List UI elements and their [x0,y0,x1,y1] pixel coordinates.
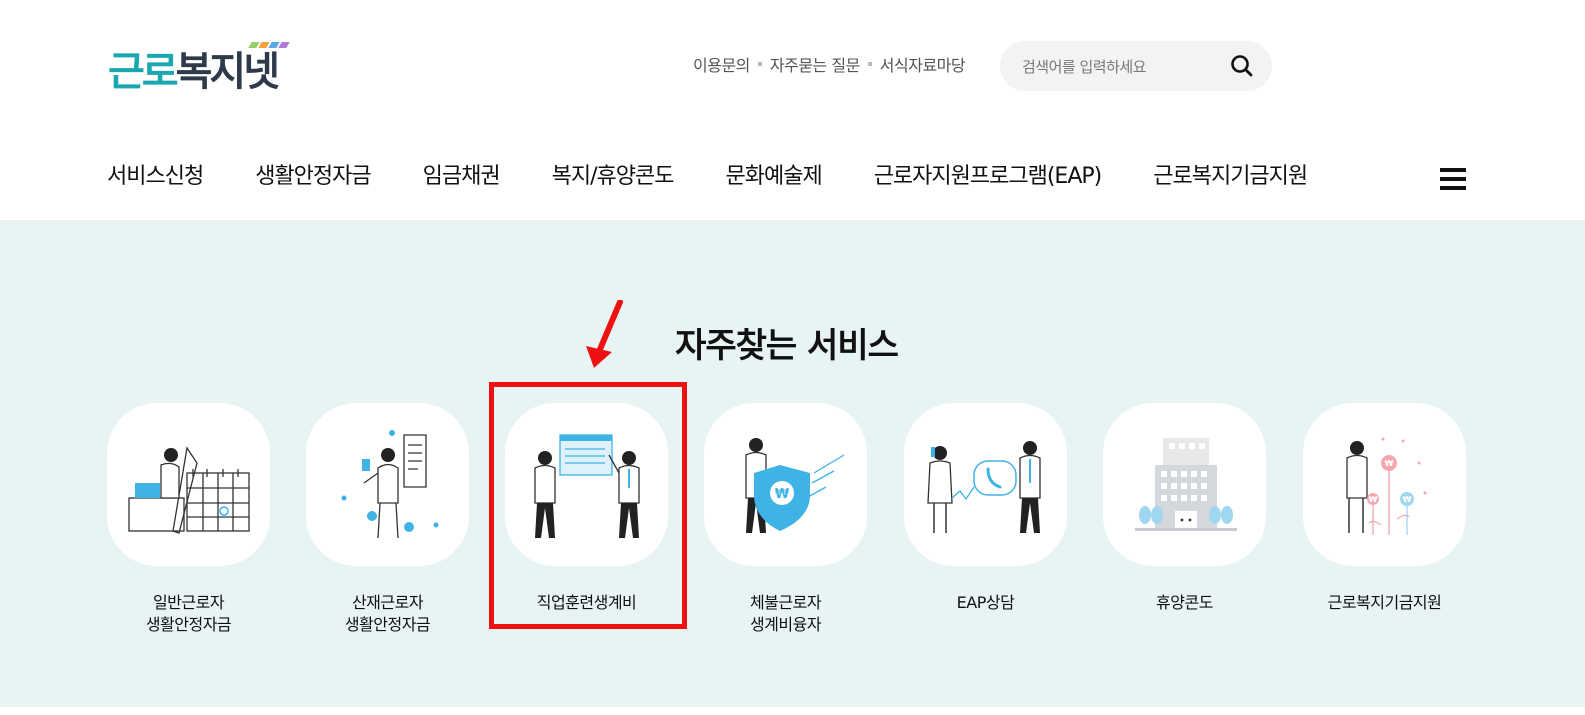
search-icon[interactable] [1230,54,1254,78]
nav-item-living-fund[interactable]: 생활안정자금 [255,158,371,190]
service-card-circle: ₩ ₩ ₩ [1303,403,1466,566]
hamburger-menu-icon[interactable] [1440,168,1466,192]
logo-text: 근로복지넷 [108,49,280,95]
util-link-forms[interactable]: 서식자료마당 [880,52,966,76]
nav-item-welfare-condo[interactable]: 복지/휴양콘도 [552,158,675,190]
service-card-eap-counseling[interactable]: EAP상담 [904,403,1067,614]
phone-counseling-icon [927,441,1041,533]
search-box [1000,41,1272,91]
service-card-unpaid-worker-loan[interactable]: ₩ 체불근로자 생계비융자 [704,403,867,636]
service-card-label: 휴양콘도 [1156,593,1213,612]
section-title: 자주찾는 서비스 [675,326,899,366]
service-card-label: 일반근로자 생활안정자금 [145,593,232,634]
service-card-circle [306,403,469,566]
service-card-list: 일반근로자 생활안정자금 산재근로자 생활안정자금 직업훈련생계비 ₩ 체불근로… [107,403,1487,663]
service-card-label: EAP상담 [956,593,1015,612]
highlight-box [489,382,687,629]
service-card-resort-condo[interactable]: 휴양콘도 [1103,403,1266,614]
desk-calendar-icon [128,446,250,534]
main-navigation: 서비스신청 생활안정자금 임금채권 복지/휴양콘도 문화예술제 근로자지원프로그… [107,158,1359,190]
worker-document-icon [341,430,439,539]
nav-item-wage-claim[interactable]: 임금채권 [423,158,501,190]
service-card-label: 산재근로자 생활안정자금 [344,593,431,634]
coin-flower-icon: ₩ ₩ ₩ [1346,437,1427,535]
nav-item-service-apply[interactable]: 서비스신청 [107,158,204,190]
service-card-welfare-fund-support[interactable]: ₩ ₩ ₩ 근로복지기금지원 [1303,403,1466,614]
svg-text:₩: ₩ [1385,459,1394,468]
red-arrow-icon [586,300,623,368]
nav-item-culture-festival[interactable]: 문화예술제 [725,158,822,190]
divider [757,62,762,66]
svg-text:₩: ₩ [775,487,790,502]
util-link-inquiry[interactable]: 이용문의 [693,52,750,76]
utility-links: 이용문의 자주묻는 질문 서식자료마당 [693,52,966,76]
service-card-label: 체불근로자 생계비융자 [749,593,822,634]
service-card-circle: ₩ [704,403,867,566]
site-header: 근로복지넷 이용문의 자주묻는 질문 서식자료마당 서비스신청 생활안정자금 임… [0,0,1585,220]
logo-stripes [248,42,298,50]
service-card-circle [904,403,1067,566]
service-card-general-worker-fund[interactable]: 일반근로자 생활안정자금 [107,403,270,636]
service-card-label: 근로복지기금지원 [1327,593,1442,612]
search-input[interactable] [1020,54,1224,80]
util-link-faq[interactable]: 자주묻는 질문 [770,52,860,76]
service-card-circle [107,403,270,566]
service-card-industrial-accident-fund[interactable]: 산재근로자 생활안정자금 [306,403,469,636]
service-card-circle [1103,403,1266,566]
svg-text:₩: ₩ [1369,495,1378,504]
frequent-services-section: 자주찾는 서비스 일반근로자 생활안정자금 산재근로자 생활안정자금 직업훈련생… [0,220,1585,707]
building-icon [1135,438,1237,531]
site-logo[interactable]: 근로복지넷 [108,42,290,96]
nav-item-welfare-fund[interactable]: 근로복지기금지원 [1153,158,1308,190]
page-bottom [0,707,1585,715]
divider [867,62,872,66]
svg-text:₩: ₩ [1403,495,1412,504]
shield-won-icon: ₩ [745,438,845,533]
nav-item-eap[interactable]: 근로자지원프로그램(EAP) [874,158,1103,190]
